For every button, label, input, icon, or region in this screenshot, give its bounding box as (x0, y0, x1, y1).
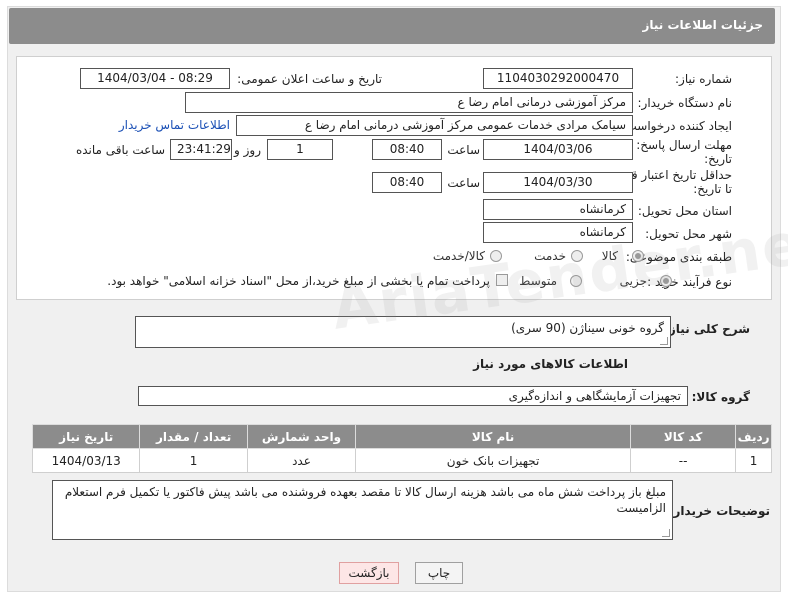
description-textarea[interactable]: گروه خونی سیناژن (90 سری) (135, 316, 671, 348)
category-goods-label: کالا (601, 249, 618, 263)
buyer-org-field: مرکز آموزشی درمانی امام رضا ع (185, 92, 633, 113)
purchase-minor-radio[interactable] (660, 275, 672, 287)
treasury-payment-note: پرداخت تمام یا بخشی از مبلغ خرید،از محل … (107, 274, 490, 288)
need-number-field: 1104030292000470 (483, 68, 633, 89)
goods-info-heading: اطلاعات کالاهای مورد نیاز (473, 357, 628, 371)
cell-name: تجهیزات بانک خون (355, 448, 631, 473)
need-number-label: شماره نیاز: (675, 72, 732, 86)
buyer-notes-textarea[interactable]: مبلغ باز پرداخت شش ماه می باشد هزینه ارس… (52, 480, 673, 540)
remaining-label: ساعت باقی مانده (75, 143, 165, 157)
category-goods-service-label: کالا/خدمت (432, 249, 485, 263)
description-text: گروه خونی سیناژن (90 سری) (511, 321, 664, 335)
cell-date: 1404/03/13 (31, 448, 141, 473)
col-name-header: نام کالا (355, 424, 631, 449)
goods-group-label: گروه کالا: (691, 390, 750, 404)
description-label: شرح کلی نیاز: (664, 322, 750, 336)
reply-date-field: 1404/03/06 (483, 139, 633, 160)
announce-datetime-field: 1404/03/04 - 08:29 (80, 68, 230, 89)
category-goods-radio[interactable] (632, 250, 644, 262)
table-row: 1 -- تجهیزات بانک خون عدد 1 1404/03/13 (31, 448, 772, 473)
buyer-contact-link[interactable]: اطلاعات تماس خریدار (119, 118, 230, 132)
requester-field: سیامک مرادی خدمات عمومی مرکز آموزشی درما… (236, 115, 633, 136)
table-header-row: ردیف کد کالا نام کالا واحد شمارش تعداد /… (31, 424, 772, 449)
city-field: کرمانشاه (483, 222, 633, 243)
goods-table: ردیف کد کالا نام کالا واحد شمارش تعداد /… (31, 424, 772, 473)
price-hour-label: ساعت (447, 176, 480, 190)
treasury-payment-checkbox[interactable] (496, 274, 508, 286)
buyer-notes-text: مبلغ باز پرداخت شش ماه می باشد هزینه ارس… (64, 485, 666, 515)
page-title: جزئیات اطلاعات نیاز (642, 18, 763, 32)
buyer-org-label: نام دستگاه خریدار: (637, 96, 733, 110)
price-date-field: 1404/03/30 (483, 172, 633, 193)
reply-deadline-label: مهلت ارسال پاسخ: تا (625, 138, 732, 152)
back-button[interactable]: بازگشت (339, 562, 399, 584)
cell-code: -- (629, 448, 737, 473)
col-qty-header: تعداد / مقدار (139, 424, 248, 449)
reply-days-field: 1 (267, 139, 333, 160)
notes-resize-handle-icon[interactable] (662, 529, 670, 537)
purchase-medium-radio[interactable] (570, 275, 582, 287)
category-service-label: خدمت (534, 249, 566, 263)
goods-group-field: تجهیزات آزمایشگاهی و اندازه‌گیری (138, 386, 688, 406)
requester-label: ایجاد کننده درخواست: (621, 119, 732, 133)
remaining-time-field: 23:41:29 (170, 139, 232, 160)
cell-unit: عدد (246, 448, 357, 473)
purchase-minor-label: جزیی (619, 274, 647, 288)
reply-time-field: 08:40 (372, 139, 442, 160)
print-button[interactable]: چاپ (415, 562, 463, 584)
col-code-header: کد کالا (629, 424, 737, 449)
price-deadline-label-2: تا تاریخ: (693, 182, 732, 196)
reply-hour-label: ساعت (447, 143, 480, 157)
day-and-label: روز و (234, 143, 261, 157)
col-unit-header: واحد شمارش (246, 424, 357, 449)
header-bar: جزئیات اطلاعات نیاز (9, 8, 775, 44)
buyer-notes-label: توضیحات خریدار: (668, 504, 770, 518)
price-time-field: 08:40 (372, 172, 442, 193)
col-date-header: تاریخ نیاز (31, 424, 141, 449)
province-field: کرمانشاه (483, 199, 633, 220)
cell-qty: 1 (139, 448, 248, 473)
province-label: استان محل تحویل: (637, 204, 732, 218)
purchase-medium-label: متوسط (519, 274, 557, 288)
resize-handle-icon[interactable] (660, 337, 668, 345)
category-service-radio[interactable] (571, 250, 583, 262)
cell-row: 1 (735, 448, 772, 473)
announce-datetime-label: تاریخ و ساعت اعلان عمومی: (237, 72, 382, 86)
category-goods-service-radio[interactable] (490, 250, 502, 262)
reply-deadline-label-2: تاریخ: (704, 152, 732, 166)
city-label: شهر محل تحویل: (645, 227, 732, 241)
col-row-header: ردیف (735, 424, 772, 449)
